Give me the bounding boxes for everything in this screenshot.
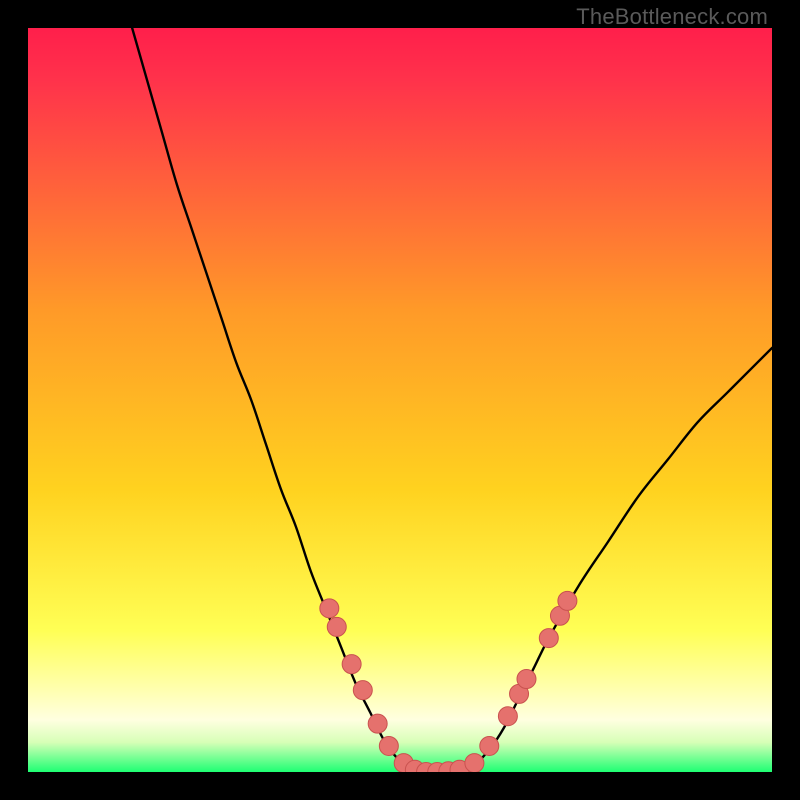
curve-marker (517, 670, 536, 689)
curve-marker (498, 707, 517, 726)
curve-marker (465, 754, 484, 772)
curve-marker (368, 714, 387, 733)
watermark-label: TheBottleneck.com (576, 4, 768, 30)
gradient-background (28, 28, 772, 772)
curve-marker (379, 736, 398, 755)
curve-marker (327, 617, 346, 636)
bottleneck-chart (28, 28, 772, 772)
chart-frame (28, 28, 772, 772)
curve-marker (342, 655, 361, 674)
curve-marker (353, 681, 372, 700)
curve-marker (539, 629, 558, 648)
curve-marker (558, 591, 577, 610)
curve-marker (320, 599, 339, 618)
curve-marker (480, 736, 499, 755)
